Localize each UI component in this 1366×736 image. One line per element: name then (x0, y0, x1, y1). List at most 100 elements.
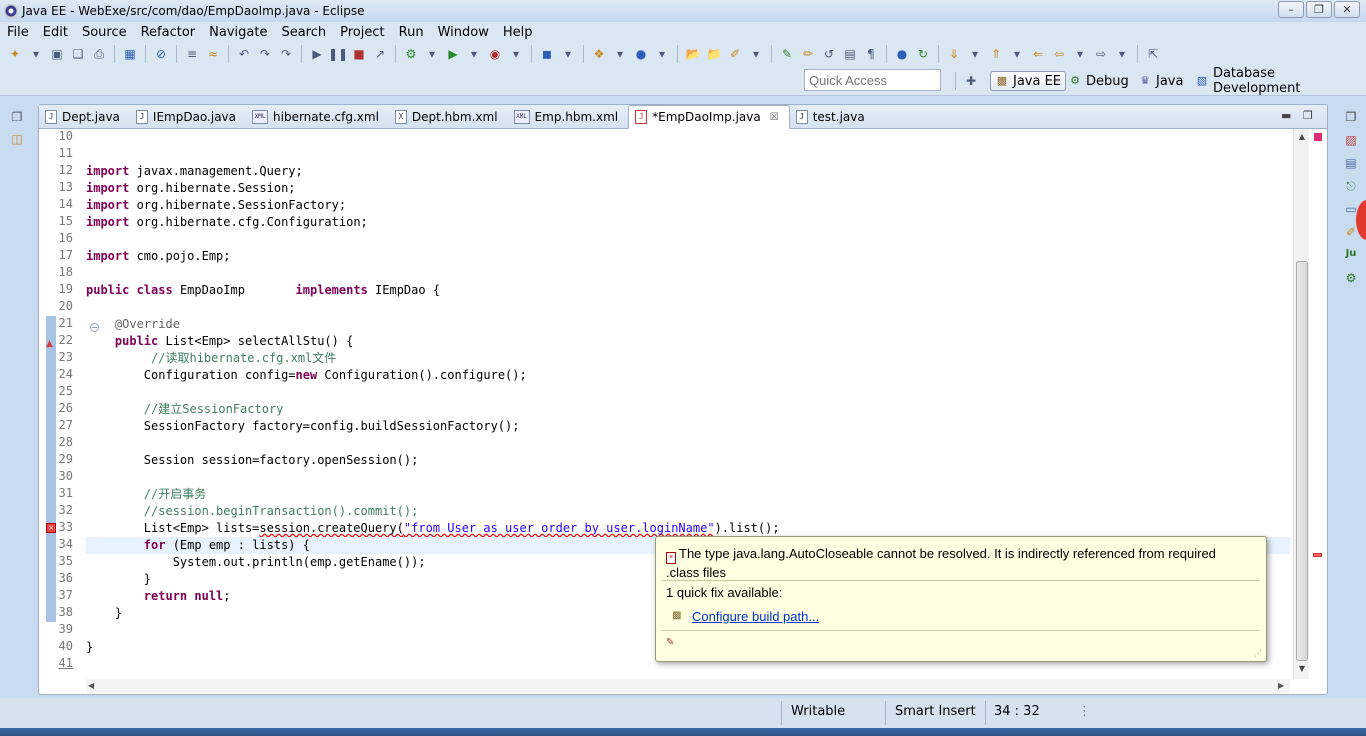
run-icon[interactable]: ▶ (444, 45, 462, 63)
status-insert-mode[interactable]: Smart Insert (895, 704, 976, 719)
perspective-debug[interactable]: ⚙ Debug (1068, 71, 1129, 91)
toggle-breadcrumb-icon[interactable]: ↺ (820, 45, 838, 63)
toggle-highlight-icon[interactable]: ✏ (799, 45, 817, 63)
perspective-database-development[interactable]: ▧ Database Development (1195, 66, 1366, 96)
restore-view-icon[interactable]: ❐ (8, 110, 26, 128)
package-explorer-icon[interactable]: ◫ (8, 132, 26, 150)
quick-access-input[interactable] (804, 69, 941, 91)
menu-edit[interactable]: Edit (36, 25, 75, 40)
error-summary-icon[interactable] (1314, 133, 1322, 141)
redo-alt-icon[interactable]: ↷ (277, 45, 295, 63)
close-tab-icon[interactable]: ☒ (770, 112, 779, 123)
web-browser-icon[interactable]: ● (893, 45, 911, 63)
tab-dept-java[interactable]: J Dept.java (39, 105, 130, 129)
perspective-java-ee[interactable]: ▩ Java EE (990, 71, 1067, 91)
minimize-editor-icon[interactable]: ▬ (1281, 109, 1291, 122)
dropdown-arrow-icon[interactable]: ▾ (423, 45, 441, 63)
error-marker-icon[interactable]: × (46, 523, 56, 533)
scroll-right-icon[interactable]: ▶ (1278, 679, 1284, 693)
outline-icon[interactable]: ▤ (1342, 156, 1360, 174)
configure-build-path-link[interactable]: ▩ Configure build path... (672, 609, 819, 624)
menu-source[interactable]: Source (75, 25, 134, 40)
open-resource-icon[interactable]: 📁 (705, 45, 723, 63)
resume-icon[interactable]: ▶ (308, 45, 326, 63)
resize-grip-icon[interactable]: ⋰ (1254, 649, 1262, 658)
refactor-icon[interactable]: ≈ (204, 45, 222, 63)
scroll-left-icon[interactable]: ◀ (88, 679, 94, 693)
show-whitespace-icon[interactable]: ¶ (862, 45, 880, 63)
dropdown-arrow-icon[interactable]: ▾ (1071, 45, 1089, 63)
perspective-java[interactable]: ♛ Java (1138, 71, 1183, 91)
task-list-icon[interactable]: ▨ (1342, 133, 1360, 151)
error-overview-marker[interactable] (1313, 553, 1322, 557)
back-icon[interactable]: ⇦ (1050, 45, 1068, 63)
vertical-scrollbar[interactable]: ▲ ▼ (1293, 129, 1309, 679)
tab-dept-hbm-xml[interactable]: X Dept.hbm.xml (389, 105, 508, 129)
dropdown-arrow-icon[interactable]: ▾ (747, 45, 765, 63)
open-dialog-icon[interactable]: ✎ (666, 637, 680, 651)
dropdown-arrow-icon[interactable]: ▾ (966, 45, 984, 63)
menu-project[interactable]: Project (333, 25, 391, 40)
menu-run[interactable]: Run (392, 25, 431, 40)
minimize-button[interactable]: – (1278, 1, 1304, 18)
forward-icon[interactable]: ⇨ (1092, 45, 1110, 63)
tab-test-java[interactable]: J test.java (790, 105, 875, 129)
sync-icon[interactable]: ↻ (914, 45, 932, 63)
block-selection-icon[interactable]: ▤ (841, 45, 859, 63)
disconnect-icon[interactable]: ↗ (371, 45, 389, 63)
restore-view-icon[interactable]: ❐ (1342, 110, 1360, 128)
build-icon[interactable]: ▦ (121, 45, 139, 63)
last-edit-location-icon[interactable]: ⇐ (1029, 45, 1047, 63)
new-class-icon[interactable]: ● (632, 45, 650, 63)
scroll-up-icon[interactable]: ▲ (1296, 131, 1308, 143)
dropdown-arrow-icon[interactable]: ▾ (559, 45, 577, 63)
scrollbar-thumb[interactable] (1296, 261, 1308, 661)
tab-hibernate-cfg-xml[interactable]: XML hibernate.cfg.xml (246, 105, 389, 129)
save-icon[interactable]: ▣ (48, 45, 66, 63)
format-icon[interactable]: ≡ (183, 45, 201, 63)
dropdown-arrow-icon[interactable]: ▾ (1113, 45, 1131, 63)
debug-bug-icon[interactable]: ⚙ (1342, 271, 1360, 289)
junit-icon[interactable]: Ju (1342, 248, 1360, 266)
debug-icon[interactable]: ⚙ (402, 45, 420, 63)
terminate-icon[interactable]: ■ (350, 45, 368, 63)
previous-annotation-icon[interactable]: ⇑ (987, 45, 1005, 63)
next-annotation-icon[interactable]: ⇓ (945, 45, 963, 63)
dropdown-arrow-icon[interactable]: ▾ (465, 45, 483, 63)
menu-window[interactable]: Window (431, 25, 496, 40)
redo-icon[interactable]: ↷ (256, 45, 274, 63)
new-icon[interactable]: ✦ (6, 45, 24, 63)
tab-emp-hbm-xml[interactable]: XML Emp.hbm.xml (508, 105, 629, 129)
run-external-tool-icon[interactable]: ◉ (486, 45, 504, 63)
dropdown-arrow-icon[interactable]: ▾ (507, 45, 525, 63)
pin-editor-icon[interactable]: ⇱ (1144, 45, 1162, 63)
dropdown-arrow-icon[interactable]: ▾ (1008, 45, 1026, 63)
maximize-button[interactable]: ❐ (1306, 1, 1332, 18)
new-java-project-icon[interactable]: ❖ (590, 45, 608, 63)
skip-breakpoints-icon[interactable]: ⊘ (152, 45, 170, 63)
hierarchy-icon[interactable]: ⎋ (1342, 179, 1360, 197)
toggle-mark-occurrences-icon[interactable]: ✎ (778, 45, 796, 63)
close-window-button[interactable]: ✕ (1334, 1, 1360, 18)
search-icon[interactable]: ✐ (726, 45, 744, 63)
scroll-down-icon[interactable]: ▼ (1296, 663, 1308, 675)
menu-search[interactable]: Search (274, 25, 333, 40)
suspend-icon[interactable]: ❚❚ (328, 45, 348, 63)
menu-help[interactable]: Help (496, 25, 540, 40)
undo-icon[interactable]: ↶ (235, 45, 253, 63)
menu-navigate[interactable]: Navigate (202, 25, 274, 40)
open-type-icon[interactable]: 📂 (684, 45, 702, 63)
horizontal-scrollbar[interactable]: ◀ ▶ (86, 679, 1290, 693)
menu-file[interactable]: File (0, 25, 36, 40)
save-all-icon[interactable]: ❏ (69, 45, 87, 63)
print-icon[interactable]: ⎙ (90, 45, 108, 63)
warning-marker-icon[interactable]: ▲ (46, 340, 56, 349)
tab-empdaoimp-java[interactable]: J *EmpDaoImp.java ☒ (628, 105, 790, 129)
open-perspective-icon[interactable]: ✚ (962, 72, 980, 90)
maximize-editor-icon[interactable]: ❐ (1303, 109, 1313, 122)
menu-refactor[interactable]: Refactor (134, 25, 203, 40)
tab-iempdao-java[interactable]: J IEmpDao.java (130, 105, 246, 129)
server-icon[interactable]: ◼ (538, 45, 556, 63)
dropdown-arrow-icon[interactable]: ▾ (653, 45, 671, 63)
dropdown-arrow-icon[interactable]: ▾ (27, 45, 45, 63)
